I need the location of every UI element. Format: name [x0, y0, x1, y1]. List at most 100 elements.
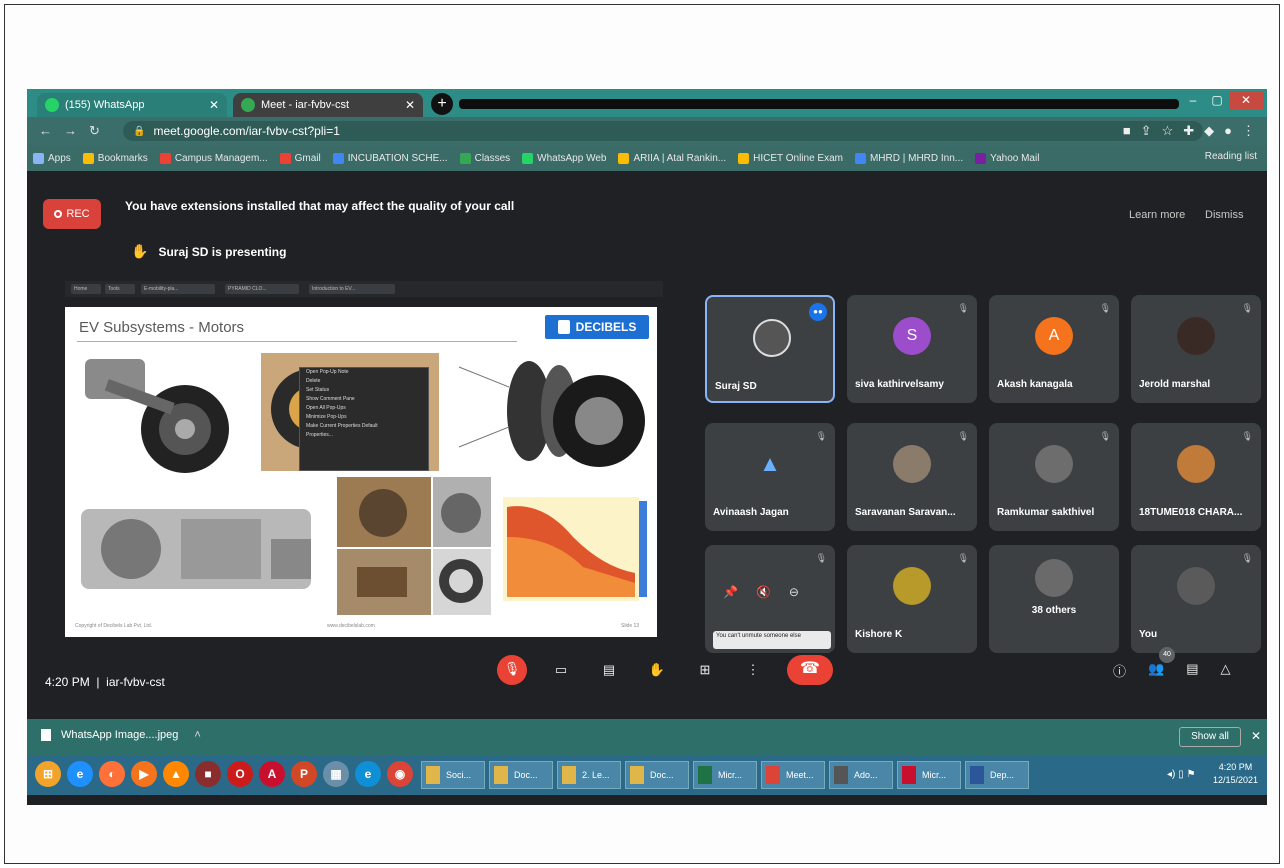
- profile-icon[interactable]: ●: [1224, 123, 1232, 139]
- bookmark-item[interactable]: MHRD | MHRD Inn...: [854, 152, 963, 164]
- taskbar-window[interactable]: Soci...: [421, 761, 485, 789]
- show-all-button[interactable]: Show all: [1179, 727, 1241, 747]
- learn-more-link[interactable]: Learn more: [1129, 209, 1185, 221]
- tab-whatsapp[interactable]: (155) WhatsApp ✕: [37, 93, 227, 117]
- taskbar-clock[interactable]: 4:20 PM 12/15/2021: [1213, 761, 1258, 787]
- activities-icon[interactable]: △: [1221, 661, 1231, 680]
- star-icon[interactable]: ☆: [1162, 123, 1174, 139]
- bookmark-item[interactable]: Campus Managem...: [159, 152, 268, 164]
- volume-icon[interactable]: ◂): [1167, 769, 1175, 780]
- taskbar-window[interactable]: Dep...: [965, 761, 1029, 789]
- new-tab-button[interactable]: +: [431, 93, 453, 115]
- taskbar-window[interactable]: Doc...: [489, 761, 553, 789]
- taskbar-window[interactable]: Doc...: [625, 761, 689, 789]
- maximize-icon[interactable]: ▢: [1205, 91, 1229, 109]
- menu-item[interactable]: Make Current Properties Default: [300, 422, 428, 431]
- reading-list-button[interactable]: Reading list: [1205, 151, 1257, 162]
- taskbar-window[interactable]: Ado...: [829, 761, 893, 789]
- bookmark-item[interactable]: INCUBATION SCHE...: [332, 152, 448, 164]
- participant-tile[interactable]: 🎙 You: [1131, 545, 1261, 653]
- participant-tile[interactable]: 🎙 18TUME018 CHARA...: [1131, 423, 1261, 531]
- chrome-icon[interactable]: ◉: [387, 761, 413, 787]
- participant-tile[interactable]: 🎙 Jerold marshal: [1131, 295, 1261, 403]
- drivetrain-image: [81, 509, 311, 589]
- bookmark-item[interactable]: Bookmarks: [82, 152, 148, 164]
- bookmark-item[interactable]: Classes: [459, 152, 510, 164]
- chevron-up-icon[interactable]: ˄: [194, 729, 200, 741]
- tile-hover-controls: 📌 🔇 ⊖: [723, 585, 799, 599]
- close-icon[interactable]: ✕: [405, 98, 415, 112]
- pin-icon[interactable]: 📌: [723, 585, 738, 599]
- mic-toggle-button[interactable]: 🎙: [497, 655, 527, 685]
- forward-icon[interactable]: →: [64, 123, 77, 139]
- bookmark-item[interactable]: ARIIA | Atal Rankin...: [618, 152, 726, 164]
- ie-icon[interactable]: e: [67, 761, 93, 787]
- start-icon[interactable]: ⊞: [35, 761, 61, 787]
- camera-toggle-button[interactable]: ▭: [547, 656, 575, 684]
- flag-icon[interactable]: ⚑: [1186, 769, 1195, 780]
- puzzle-icon[interactable]: ◆: [1204, 123, 1214, 139]
- raise-hand-button[interactable]: ✋: [643, 656, 671, 684]
- reload-icon[interactable]: ↻: [89, 123, 100, 139]
- bookmark-item[interactable]: Yahoo Mail: [975, 152, 1039, 164]
- menu-item[interactable]: Open All Pop-Ups: [300, 404, 428, 413]
- taskbar-window[interactable]: 2. Le...: [557, 761, 621, 789]
- network-icon[interactable]: ▯: [1178, 769, 1184, 780]
- menu-item[interactable]: Open Pop-Up Note: [300, 368, 428, 377]
- tab-meet[interactable]: Meet - iar-fvbv-cst ✕: [233, 93, 423, 117]
- vlc-icon[interactable]: ▲: [163, 761, 189, 787]
- participant-tile[interactable]: 🎙 Kishore K: [847, 545, 977, 653]
- menu-item[interactable]: Properties...: [300, 431, 428, 440]
- close-icon[interactable]: ✕: [209, 98, 219, 112]
- minimize-icon[interactable]: –: [1181, 91, 1205, 109]
- close-window-icon[interactable]: ✕: [1229, 91, 1263, 109]
- participant-tile[interactable]: 🎙 ▲ Avinaash Jagan: [705, 423, 835, 531]
- participant-tile[interactable]: 🎙 📌 🔇 ⊖ You can't unmute someone else: [705, 545, 835, 653]
- opera-icon[interactable]: O: [227, 761, 253, 787]
- winrar-icon[interactable]: ■: [195, 761, 221, 787]
- back-icon[interactable]: ←: [39, 123, 52, 139]
- info-icon[interactable]: ⓘ: [1113, 661, 1126, 680]
- dismiss-button[interactable]: Dismiss: [1205, 209, 1244, 221]
- calculator-icon[interactable]: ▦: [323, 761, 349, 787]
- participant-tile[interactable]: 🎙 Saravanan Saravan...: [847, 423, 977, 531]
- menu-item[interactable]: Show Comment Pane: [300, 395, 428, 404]
- participant-tile[interactable]: 🎙 Ramkumar sakthivel: [989, 423, 1119, 531]
- participant-tile[interactable]: 🎙 S siva kathirvelsamy: [847, 295, 977, 403]
- taskbar-window[interactable]: Meet...: [761, 761, 825, 789]
- menu-item[interactable]: Minimize Pop-Ups: [300, 413, 428, 422]
- powerpoint-icon[interactable]: P: [291, 761, 317, 787]
- participant-tile[interactable]: 🎙 A Akash kanagala: [989, 295, 1119, 403]
- bookmark-item[interactable]: Apps: [33, 152, 71, 164]
- remove-icon[interactable]: ⊖: [789, 585, 799, 599]
- record-icon: [54, 210, 63, 218]
- bookmark-item[interactable]: HICET Online Exam: [738, 152, 843, 164]
- camera-icon[interactable]: ■: [1123, 123, 1131, 139]
- more-options-button[interactable]: ⋮: [739, 656, 767, 684]
- captions-button[interactable]: ▤: [595, 656, 623, 684]
- menu-icon[interactable]: ⋮: [1242, 123, 1255, 139]
- mute-icon[interactable]: 🔇: [756, 585, 771, 599]
- participant-name: Saravanan Saravan...: [855, 507, 956, 518]
- media-icon[interactable]: ▶: [131, 761, 157, 787]
- menu-item[interactable]: Delete: [300, 377, 428, 386]
- download-item[interactable]: WhatsApp Image....jpeg ˄: [41, 729, 201, 741]
- pdf-icon[interactable]: A: [259, 761, 285, 787]
- menu-item[interactable]: Set Status: [300, 386, 428, 395]
- edge-icon[interactable]: e: [355, 761, 381, 787]
- taskbar-window[interactable]: Micr...: [693, 761, 757, 789]
- address-bar[interactable]: 🔒 meet.google.com/iar-fvbv-cst?pli=1: [123, 121, 1203, 141]
- participant-tile[interactable]: 38 others: [989, 545, 1119, 653]
- people-icon[interactable]: 👥: [1148, 661, 1164, 680]
- bookmark-item[interactable]: WhatsApp Web: [522, 152, 606, 164]
- firefox-icon[interactable]: ◐: [99, 761, 125, 787]
- participant-tile[interactable]: ●● Suraj SD: [705, 295, 835, 403]
- share-icon[interactable]: ⇪: [1141, 123, 1152, 139]
- close-icon[interactable]: ✕: [1251, 729, 1261, 743]
- end-call-button[interactable]: ☎: [787, 655, 833, 685]
- chat-icon[interactable]: ▤: [1186, 661, 1198, 680]
- present-button[interactable]: ⊞: [691, 656, 719, 684]
- bookmark-item[interactable]: Gmail: [279, 152, 321, 164]
- taskbar-window[interactable]: Micr...: [897, 761, 961, 789]
- extension-icon[interactable]: ✚: [1183, 123, 1194, 139]
